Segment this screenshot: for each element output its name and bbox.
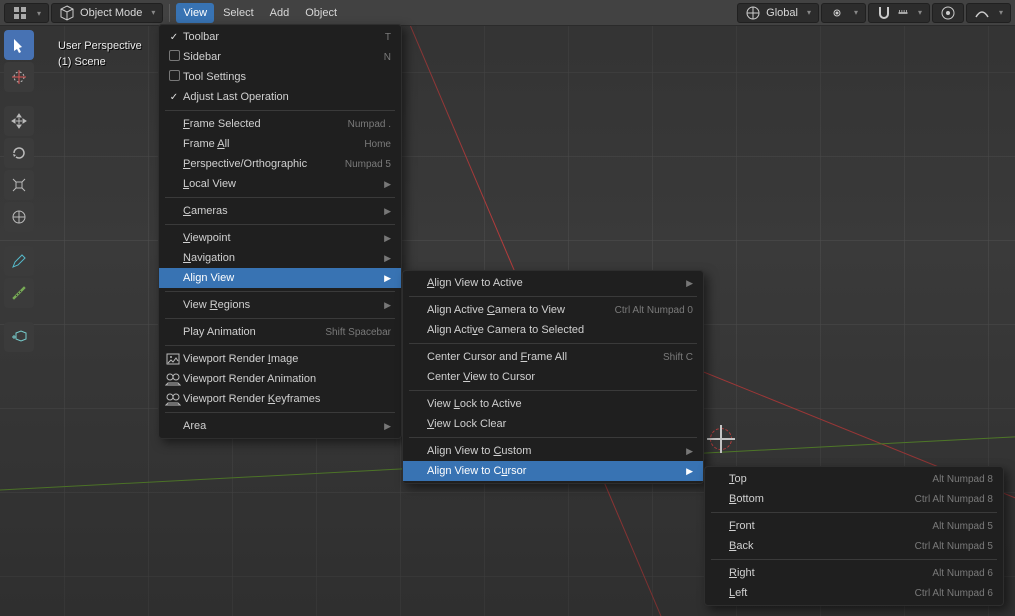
tool-measure[interactable] — [4, 278, 34, 308]
move-icon — [11, 113, 27, 129]
menuitem-local-view[interactable]: Local View — [159, 174, 401, 194]
film-icon — [165, 371, 183, 387]
menuitem-vr-keyframes[interactable]: Viewport Render Keyframes — [159, 389, 401, 409]
rotate-icon — [11, 145, 27, 161]
tool-add-cube[interactable] — [4, 322, 34, 352]
menuitem-view-regions[interactable]: View Regions — [159, 295, 401, 315]
menuitem-lock-clear[interactable]: View Lock Clear — [403, 414, 703, 434]
menu-select-button[interactable]: Select — [216, 3, 261, 23]
menuitem-frame-all[interactable]: Frame AllHome — [159, 134, 401, 154]
annotate-icon — [11, 253, 27, 269]
menuitem-align-cam-to-selected[interactable]: Align Active Camera to Selected — [403, 320, 703, 340]
magnet-icon — [876, 5, 892, 21]
perspective-line-1: User Perspective — [58, 38, 142, 54]
proportional-falloff[interactable] — [966, 3, 1011, 23]
menuitem-align-to-custom[interactable]: Align View to Custom — [403, 441, 703, 461]
menuitem-cursor-bottom[interactable]: BottomCtrl Alt Numpad 8 — [705, 489, 1003, 509]
menu-align-to-cursor: TopAlt Numpad 8 BottomCtrl Alt Numpad 8 … — [704, 466, 1004, 606]
menu-align-view: Align View to Active Align Active Camera… — [402, 270, 704, 484]
scale-icon — [11, 177, 27, 193]
menuitem-area[interactable]: Area — [159, 416, 401, 436]
tool-annotate[interactable] — [4, 246, 34, 276]
tool-transform[interactable] — [4, 202, 34, 232]
cursor-3d-icon — [11, 69, 27, 85]
proportional-toggle[interactable] — [932, 3, 964, 23]
tool-cursor[interactable] — [4, 62, 34, 92]
menuitem-vr-anim[interactable]: Viewport Render Animation — [159, 369, 401, 389]
orientation-label: Global — [766, 7, 798, 19]
menuitem-sidebar[interactable]: SidebarN — [159, 47, 401, 67]
mode-dropdown[interactable]: Object Mode — [51, 3, 163, 23]
measure-icon — [11, 285, 27, 301]
menuitem-frame-selected[interactable]: Frame SelectedNumpad . — [159, 114, 401, 134]
menuitem-toolbar[interactable]: ToolbarT — [159, 27, 401, 47]
menuitem-viewpoint[interactable]: Viewpoint — [159, 228, 401, 248]
tool-rotate[interactable] — [4, 138, 34, 168]
menuitem-align-to-cursor[interactable]: Align View to Cursor — [403, 461, 703, 481]
menuitem-cursor-left[interactable]: LeftCtrl Alt Numpad 6 — [705, 583, 1003, 603]
snap-increment-icon — [897, 5, 909, 21]
pivot-icon — [829, 5, 845, 21]
cursor-3d-gizmo[interactable] — [710, 428, 732, 450]
image-icon — [165, 351, 183, 367]
menuitem-cursor-front[interactable]: FrontAlt Numpad 5 — [705, 516, 1003, 536]
menuitem-cursor-right[interactable]: RightAlt Numpad 6 — [705, 563, 1003, 583]
menuitem-persp-ortho[interactable]: Perspective/OrthographicNumpad 5 — [159, 154, 401, 174]
menuitem-center-to-cursor[interactable]: Center View to Cursor — [403, 367, 703, 387]
menuitem-lock-to-active[interactable]: View Lock to Active — [403, 394, 703, 414]
menu-object-button[interactable]: Object — [298, 3, 344, 23]
proportional-icon — [940, 5, 956, 21]
film-icon — [165, 391, 183, 407]
tool-select-box[interactable] — [4, 30, 34, 60]
menuitem-center-frame-all[interactable]: Center Cursor and Frame AllShift C — [403, 347, 703, 367]
menuitem-align-to-active[interactable]: Align View to Active — [403, 273, 703, 293]
snap-dropdown[interactable] — [868, 3, 930, 23]
add-cube-icon — [11, 329, 27, 345]
falloff-icon — [974, 5, 990, 21]
left-toolbar — [4, 30, 38, 352]
select-box-icon — [11, 37, 27, 53]
orientation-dropdown[interactable]: Global — [737, 3, 819, 23]
tool-move[interactable] — [4, 106, 34, 136]
pivot-dropdown[interactable] — [821, 3, 866, 23]
menuitem-vr-image[interactable]: Viewport Render Image — [159, 349, 401, 369]
menu-view: ToolbarT SidebarN Tool Settings Adjust L… — [158, 24, 402, 439]
menu-view-button[interactable]: View — [176, 3, 214, 23]
mode-label: Object Mode — [80, 7, 142, 19]
menuitem-cameras[interactable]: Cameras — [159, 201, 401, 221]
menu-add-button[interactable]: Add — [263, 3, 297, 23]
editor-type-button[interactable] — [4, 3, 49, 23]
menuitem-cursor-back[interactable]: BackCtrl Alt Numpad 5 — [705, 536, 1003, 556]
menuitem-play-animation[interactable]: Play AnimationShift Spacebar — [159, 322, 401, 342]
cube-icon — [59, 5, 75, 21]
perspective-line-2: (1) Scene — [58, 54, 142, 70]
menuitem-tool-settings[interactable]: Tool Settings — [159, 67, 401, 87]
tool-scale[interactable] — [4, 170, 34, 200]
orientation-icon — [745, 5, 761, 21]
grid-icon — [12, 5, 28, 21]
viewport-header: Object Mode View Select Add Object Globa… — [0, 0, 1015, 26]
menuitem-cursor-top[interactable]: TopAlt Numpad 8 — [705, 469, 1003, 489]
menuitem-align-view[interactable]: Align View — [159, 268, 401, 288]
perspective-label: User Perspective (1) Scene — [58, 38, 142, 70]
menuitem-adjust-last[interactable]: Adjust Last Operation — [159, 87, 401, 107]
menuitem-navigation[interactable]: Navigation — [159, 248, 401, 268]
menuitem-align-cam-to-view[interactable]: Align Active Camera to ViewCtrl Alt Nump… — [403, 300, 703, 320]
transform-icon — [11, 209, 27, 225]
